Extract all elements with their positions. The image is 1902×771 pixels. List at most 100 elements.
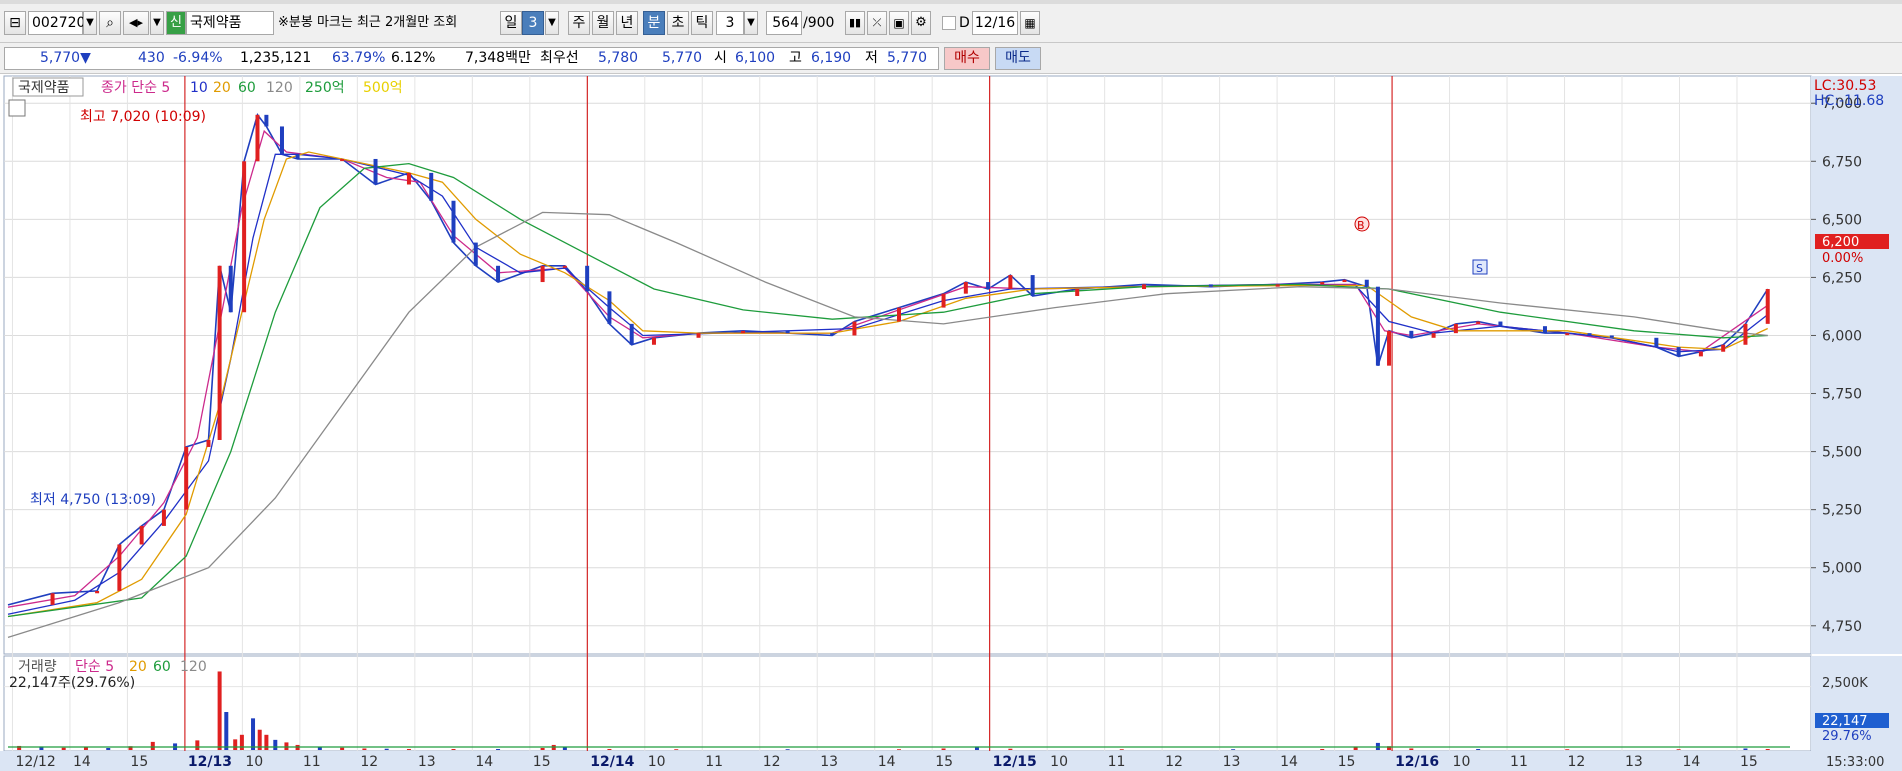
volume-ma20[interactable]: 20 (129, 659, 147, 675)
candle (963, 282, 968, 294)
time-tick-label: 12 (1165, 754, 1183, 770)
price-change: 430 (138, 50, 165, 66)
high-annotation: 최고 7,020 (10:09) (80, 109, 206, 125)
candle (1542, 326, 1547, 334)
bid-price: 5,770 (662, 50, 703, 66)
sell-button[interactable]: 매도 (995, 47, 1041, 70)
layout-icon[interactable]: ⊟ (4, 11, 26, 35)
price-tick-label: 5,250 (1822, 503, 1862, 519)
legend-ma120[interactable]: 120 (266, 80, 293, 96)
stock-code-field[interactable]: 002720 (28, 11, 85, 35)
candle (1387, 330, 1392, 366)
d-checkbox-label: D (959, 15, 970, 31)
time-tick-label: 14 (1280, 754, 1298, 770)
price-tick-label: 5,750 (1822, 387, 1862, 403)
buy-button[interactable]: 매수 (944, 47, 990, 70)
candle (117, 544, 122, 591)
period-minute-button[interactable]: 분 (643, 11, 665, 35)
d-checkbox[interactable] (942, 16, 956, 30)
period-second-button[interactable]: 초 (667, 11, 689, 35)
candle (295, 154, 300, 159)
new-listing-badge: 신 (166, 11, 186, 35)
candle (852, 321, 857, 336)
volume-bar (340, 747, 345, 750)
candle (451, 200, 456, 243)
candle (741, 330, 746, 334)
candle (1498, 321, 1503, 327)
time-tick-label: 13 (820, 754, 838, 770)
volume-bar (362, 748, 367, 750)
price-chart[interactable]: 7,0006,7506,5006,2506,0005,7505,5005,250… (0, 74, 1902, 771)
time-tick-label: 15 (1338, 754, 1356, 770)
price-tick-label: 4,750 (1822, 619, 1862, 635)
search-icon[interactable]: ⌕ (99, 11, 121, 35)
time-tick-label: 10 (1453, 754, 1471, 770)
period-week-button[interactable]: 주 (568, 11, 590, 35)
candle (1375, 286, 1380, 366)
volume-last-pct: 29.76% (1822, 729, 1872, 744)
candle (139, 525, 144, 545)
price-tick-label: 6,000 (1822, 328, 1862, 344)
legend-stock-name[interactable]: 국제약품 (18, 80, 70, 96)
time-tick-label: 15 (935, 754, 953, 770)
period-day-count[interactable]: 3 (522, 11, 544, 35)
sound-dropdown-icon[interactable]: ▼ (150, 11, 164, 35)
candle (1142, 284, 1147, 290)
grid-toggle-icon[interactable] (8, 99, 26, 117)
volume-value: 1,235,121 (240, 50, 312, 66)
time-tick-label: 12/13 (188, 754, 232, 770)
volume-panel-bg (3, 655, 1812, 752)
candle (1676, 347, 1681, 357)
period-month-button[interactable]: 월 (592, 11, 614, 35)
time-tick-label: 11 (1510, 754, 1528, 770)
drawing-tools-icon[interactable]: ⤫ (867, 11, 887, 35)
calendar-icon[interactable]: ▦ (1020, 11, 1040, 35)
volume-ma120[interactable]: 120 (180, 659, 207, 675)
interval-field[interactable]: 3 (716, 11, 744, 35)
volume-bar (239, 734, 244, 750)
count-field[interactable]: 564 (766, 11, 802, 35)
legend-ma10[interactable]: 10 (190, 80, 208, 96)
interval-dropdown-icon[interactable]: ▼ (744, 11, 758, 35)
volume-bar (150, 741, 155, 750)
save-icon[interactable]: ▣ (889, 11, 909, 35)
candle (1453, 323, 1458, 334)
candle (279, 126, 284, 155)
open-label: 시 (714, 50, 727, 66)
sound-icon[interactable]: ◀▸ (123, 11, 149, 35)
price-tick-label: 6,250 (1822, 270, 1862, 286)
volume-bar (1565, 749, 1570, 750)
day-dropdown-icon[interactable]: ▼ (545, 11, 559, 35)
volume-ma60[interactable]: 60 (153, 659, 171, 675)
period-day-button[interactable]: 일 (500, 11, 522, 35)
time-tick-label: 10 (1050, 754, 1068, 770)
legend-ma20[interactable]: 20 (213, 80, 231, 96)
volume-bar (284, 742, 289, 750)
candle (1743, 323, 1748, 345)
candle (651, 337, 656, 345)
gear-icon[interactable]: ⚙ (911, 11, 931, 35)
volume-legend-label[interactable]: 거래량 (18, 659, 57, 675)
period-year-button[interactable]: 년 (616, 11, 638, 35)
date-field[interactable]: 12/16 (972, 11, 1018, 35)
time-tick-label: 11 (1108, 754, 1126, 770)
period-tick-button[interactable]: 틱 (691, 11, 713, 35)
volume-bar (1476, 748, 1481, 750)
volume-ma-label[interactable]: 단순 5 (75, 659, 114, 675)
legend-ma60[interactable]: 60 (238, 80, 256, 96)
change-percent: -6.94% (173, 50, 223, 66)
time-tick-label: 15 (130, 754, 148, 770)
candle (562, 265, 567, 268)
lc-label: LC:30.53 (1814, 78, 1876, 94)
code-dropdown-icon[interactable]: ▼ (83, 11, 97, 35)
candle (95, 590, 100, 594)
time-tick-label: 14 (878, 754, 896, 770)
legend-ma-label[interactable]: 종가 단순 5 (101, 80, 170, 96)
time-tick-label: 11 (705, 754, 723, 770)
open-price: 6,100 (735, 50, 776, 66)
candle (1275, 284, 1280, 287)
legend-amount-250[interactable]: 250억 (305, 80, 345, 96)
stock-name-field[interactable]: 국제약품 (186, 11, 274, 35)
indicator-icon[interactable]: ▮▮ (845, 11, 865, 35)
legend-amount-500[interactable]: 500억 (363, 80, 403, 96)
